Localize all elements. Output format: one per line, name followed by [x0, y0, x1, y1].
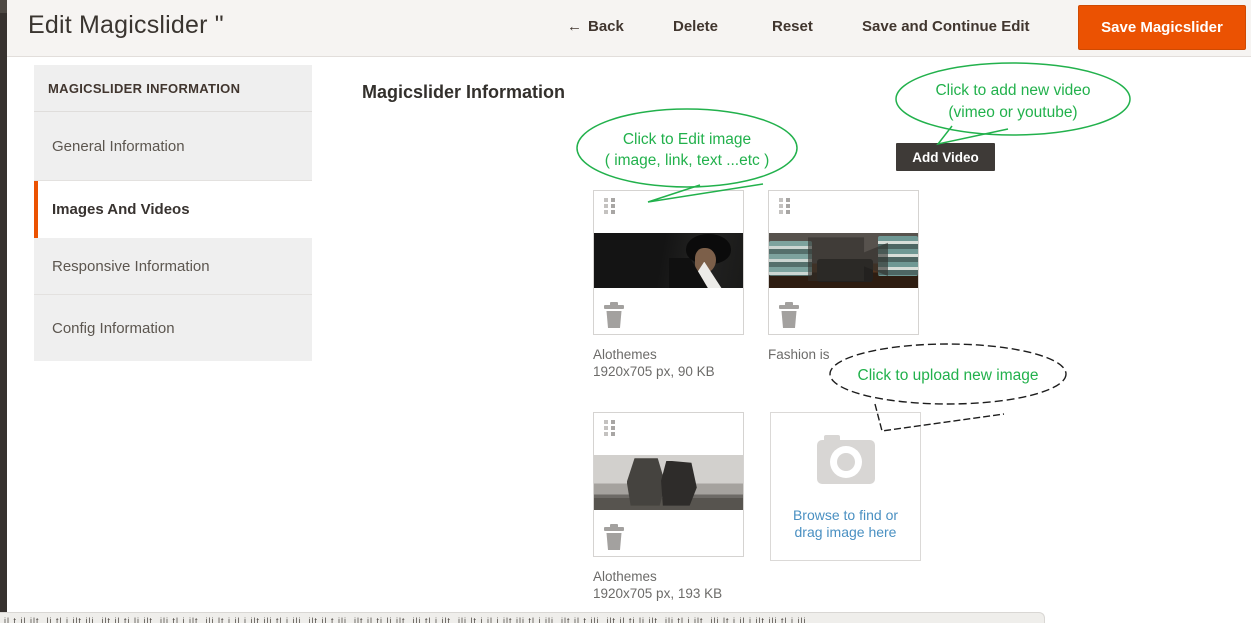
trash-icon — [603, 524, 625, 550]
section-heading: Magicslider Information — [362, 82, 565, 103]
slide-card-1[interactable] — [593, 190, 744, 335]
admin-menu-edge-top — [0, 0, 7, 13]
reset-button[interactable]: Reset — [772, 18, 813, 35]
delete-slide-button[interactable] — [603, 302, 625, 328]
save-and-continue-button[interactable]: Save and Continue Edit — [862, 18, 1030, 35]
slide-image-3[interactable] — [594, 455, 743, 510]
slide-meta: 1920x705 px, 90 KB — [593, 363, 763, 380]
slide-card-2[interactable] — [768, 190, 919, 335]
drag-handle-icon[interactable] — [604, 420, 617, 439]
trash-icon — [603, 302, 625, 328]
annotation-add-video: Click to add new video (vimeo or youtube… — [883, 60, 1139, 152]
video-overlay-icon — [808, 237, 888, 281]
edit-magicslider-page: Edit Magicslider " ← Back Delete Reset Sa… — [0, 0, 1251, 623]
delete-slide-button[interactable] — [778, 302, 800, 328]
trash-icon — [778, 302, 800, 328]
photo-shape — [769, 241, 812, 276]
photo-shape — [627, 458, 666, 505]
sidebar-item-general-information[interactable]: General Information — [34, 112, 312, 181]
slide-title: Alothemes — [593, 346, 763, 363]
back-label: Back — [588, 18, 624, 35]
status-bar: il.t jl ilt .li tl.i jlt ili .jlt il ti.… — [0, 612, 1045, 623]
svg-text:( image, link, text ...etc ): ( image, link, text ...etc ) — [605, 152, 770, 169]
sidebar-item-responsive-information[interactable]: Responsive Information — [34, 238, 312, 295]
slide-title: Alothemes — [593, 568, 763, 585]
slide-meta: 1920x705 px, 193 KB — [593, 585, 763, 602]
slide-image-2[interactable] — [769, 233, 918, 288]
drag-handle-icon[interactable] — [779, 198, 792, 217]
svg-text:Click to add new video: Click to add new video — [935, 82, 1090, 99]
save-magicslider-button[interactable]: Save Magicslider — [1078, 5, 1246, 50]
browse-link[interactable]: Browse to find or drag image here — [771, 507, 920, 541]
svg-text:Click to upload new image: Click to upload new image — [858, 367, 1039, 384]
camera-icon — [814, 433, 878, 487]
slide-image-1[interactable] — [594, 233, 743, 288]
status-bar-clipped-text: il.t jl ilt .li tl.i jlt ili .jlt il ti.… — [4, 616, 1045, 623]
svg-text:(vimeo or youtube): (vimeo or youtube) — [948, 104, 1077, 121]
sidebar: MAGICSLIDER INFORMATION General Informat… — [34, 65, 312, 361]
delete-slide-button[interactable] — [603, 524, 625, 550]
sidebar-item-config-information[interactable]: Config Information — [34, 295, 312, 361]
slide-caption-1: Alothemes 1920x705 px, 90 KB — [593, 346, 763, 380]
sidebar-item-images-and-videos[interactable]: Images And Videos — [34, 181, 316, 238]
back-arrow-icon: ← — [567, 18, 582, 35]
slide-card-3[interactable] — [593, 412, 744, 557]
svg-text:Click to Edit image: Click to Edit image — [623, 131, 751, 148]
admin-menu-edge — [0, 0, 7, 612]
back-button[interactable]: ← Back — [567, 18, 624, 35]
delete-button[interactable]: Delete — [673, 18, 718, 35]
slide-caption-3: Alothemes 1920x705 px, 193 KB — [593, 568, 763, 602]
photo-shape — [661, 461, 697, 506]
slide-title: Fashion is — [768, 346, 938, 363]
add-video-button[interactable]: Add Video — [896, 143, 995, 171]
page-title: Edit Magicslider " — [28, 11, 224, 40]
page-header: Edit Magicslider " ← Back Delete Reset Sa… — [7, 0, 1251, 57]
drag-handle-icon[interactable] — [604, 198, 617, 217]
sidebar-title: MAGICSLIDER INFORMATION — [34, 65, 312, 112]
slide-caption-2: Fashion is — [768, 346, 938, 363]
image-upload-dropzone[interactable]: Browse to find or drag image here — [770, 412, 921, 561]
